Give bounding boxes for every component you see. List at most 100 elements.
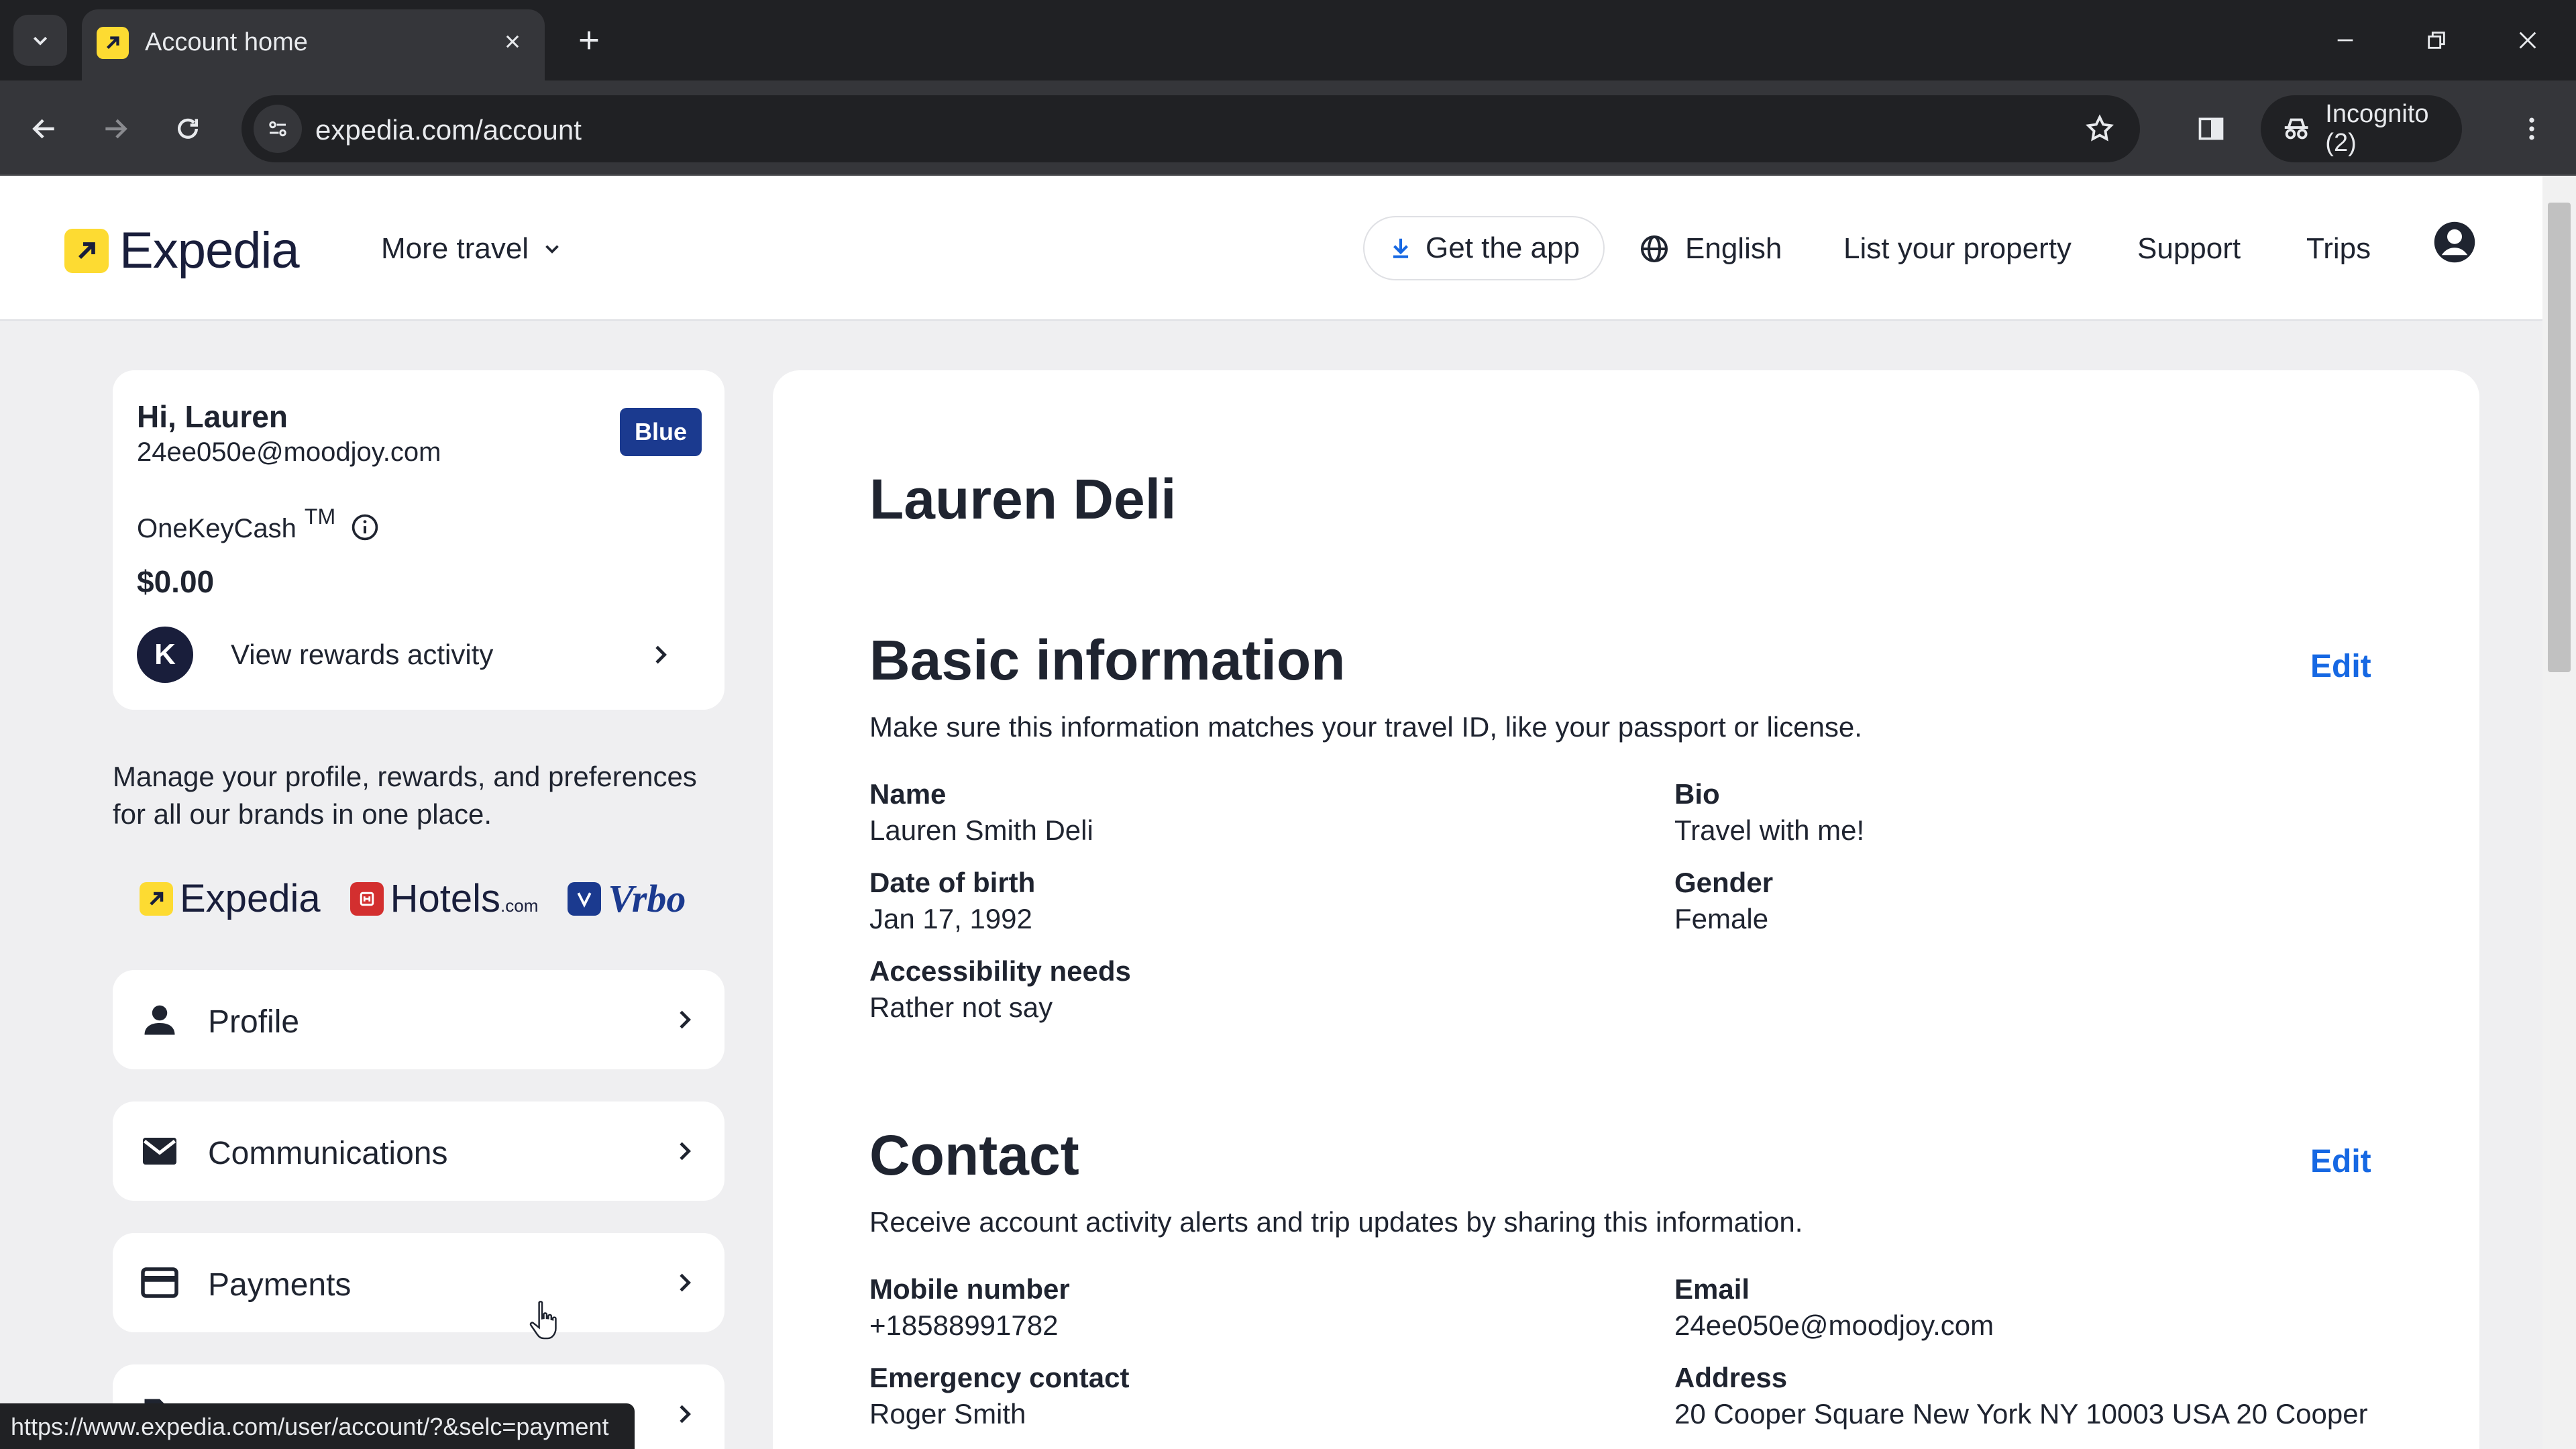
- new-tab-button[interactable]: [568, 19, 610, 62]
- reload-icon: [178, 118, 199, 139]
- accessibility-value: Rather not say: [869, 991, 1053, 1023]
- status-bar-url: https://www.expedia.com/user/account/?&s…: [0, 1403, 635, 1449]
- view-rewards-link[interactable]: K View rewards activity: [137, 623, 700, 687]
- hotels-brand-logo: Hotels.com: [350, 876, 539, 921]
- reload-button[interactable]: [161, 102, 215, 156]
- emergency-contact-value: Roger Smith: [869, 1398, 1026, 1430]
- tab-title: Account home: [145, 28, 308, 56]
- credit-card-icon: [141, 1267, 178, 1298]
- chevron-down-icon: [33, 36, 48, 46]
- side-panel-icon: [2198, 117, 2224, 140]
- site-settings-icon[interactable]: [254, 105, 302, 153]
- emergency-contact-label: Emergency contact: [869, 1362, 1130, 1393]
- expedia-logo[interactable]: Expedia: [64, 221, 300, 280]
- close-window-button[interactable]: [2494, 15, 2561, 66]
- account-email: 24ee050e@moodjoy.com: [137, 437, 441, 467]
- accessibility-label: Accessibility needs: [869, 955, 1131, 987]
- contact-edit-link[interactable]: Edit: [2310, 1143, 2371, 1180]
- nav-profile[interactable]: Profile: [113, 970, 724, 1069]
- chevron-right-icon: [680, 1405, 691, 1424]
- bio-value: Travel with me!: [1674, 814, 1865, 846]
- more-travel-label: More travel: [381, 232, 529, 265]
- restore-button[interactable]: [2403, 15, 2470, 66]
- gender-label: Gender: [1674, 867, 1774, 898]
- account-avatar-icon[interactable]: [2432, 220, 2477, 264]
- page-scrollbar[interactable]: [2542, 176, 2576, 1449]
- brand-logos: Expedia Hotels.com Vrbo: [140, 876, 686, 921]
- minimize-button[interactable]: [2312, 15, 2379, 66]
- basic-info-edit-link[interactable]: Edit: [2310, 648, 2371, 685]
- nav-payments[interactable]: Payments: [113, 1233, 724, 1332]
- manage-description: Manage your profile, rewards, and prefer…: [113, 761, 697, 830]
- onekeycash-name: OneKeyCash: [137, 514, 297, 543]
- nav-communications[interactable]: Communications: [113, 1102, 724, 1201]
- profile-full-name: Lauren Deli: [869, 468, 1177, 531]
- hotels-brand-suffix: .com: [500, 896, 539, 916]
- view-rewards-label: View rewards activity: [231, 639, 494, 670]
- arrow-left-icon: [32, 119, 54, 139]
- account-summary-card: Hi, Lauren 24ee050e@moodjoy.com Blue One…: [113, 370, 724, 710]
- globe-icon: [1641, 235, 1668, 262]
- scrollbar-thumb[interactable]: [2548, 203, 2571, 672]
- language-selector[interactable]: English: [1638, 232, 1782, 266]
- incognito-indicator[interactable]: Incognito (2): [2261, 95, 2462, 162]
- basic-info-title: Basic information: [869, 629, 1346, 692]
- get-app-label: Get the app: [1426, 231, 1580, 264]
- incognito-icon: [2284, 118, 2308, 140]
- contact-title: Contact: [869, 1124, 1079, 1187]
- more-travel-menu[interactable]: More travel: [381, 232, 564, 266]
- browser-tab-strip: Account home: [0, 0, 2576, 80]
- kebab-menu-icon: [2529, 117, 2534, 140]
- restore-icon: [2428, 32, 2445, 49]
- incognito-label: Incognito (2): [2325, 100, 2429, 157]
- browser-menu-button[interactable]: [2505, 102, 2559, 156]
- vrbo-mark-icon: [568, 881, 602, 916]
- onekeycash-label: OneKeyCash TM: [137, 504, 335, 544]
- info-icon[interactable]: [350, 513, 380, 542]
- basic-info-description: Make sure this information matches your …: [869, 711, 1862, 743]
- chevron-right-icon: [680, 1142, 691, 1161]
- chevron-right-icon: [680, 1273, 691, 1292]
- vrbo-brand-text: Vrbo: [608, 877, 686, 920]
- onekey-k-icon: K: [137, 627, 193, 683]
- gender-value: Female: [1674, 903, 1769, 934]
- chevron-right-icon: [680, 1010, 691, 1029]
- bookmark-star-icon[interactable]: [2078, 107, 2121, 150]
- nav-profile-label: Profile: [208, 1004, 300, 1040]
- name-value: Lauren Smith Deli: [869, 814, 1093, 846]
- nav-communications-label: Communications: [208, 1136, 448, 1171]
- hotels-brand-name: Hotels: [390, 877, 501, 920]
- back-button[interactable]: [17, 102, 71, 156]
- address-label: Address: [1674, 1362, 1788, 1393]
- forward-button[interactable]: [89, 102, 142, 156]
- address-url: expedia.com/account: [315, 114, 582, 146]
- onekeycash-balance: $0.00: [137, 564, 215, 599]
- email-value: 24ee050e@moodjoy.com: [1674, 1309, 1994, 1341]
- browser-tab[interactable]: Account home: [82, 9, 545, 80]
- expedia-brand-text: Expedia: [180, 877, 321, 920]
- site-header: Expedia More travel Get the app English …: [0, 176, 2542, 321]
- minimize-icon: [2337, 39, 2353, 42]
- list-property-link[interactable]: List your property: [1843, 232, 2072, 266]
- support-link[interactable]: Support: [2137, 232, 2241, 266]
- hotels-brand-text: Hotels.com: [390, 876, 539, 921]
- expedia-mark-icon: [140, 881, 173, 916]
- envelope-icon: [143, 1138, 176, 1165]
- chevron-right-icon: [655, 645, 667, 664]
- name-label: Name: [869, 778, 947, 810]
- expedia-brand-logo: Expedia: [140, 876, 321, 921]
- arrow-right-icon: [105, 119, 127, 139]
- get-app-button[interactable]: Get the app: [1363, 216, 1605, 280]
- address-bar[interactable]: expedia.com/account: [241, 95, 2140, 162]
- tab-close-icon[interactable]: [495, 24, 530, 59]
- browser-toolbar: expedia.com/account Incognito (2): [0, 80, 2576, 176]
- dob-value: Jan 17, 1992: [869, 903, 1032, 934]
- hotels-mark-icon: [350, 881, 384, 916]
- tab-search-button[interactable]: [13, 15, 67, 66]
- dob-label: Date of birth: [869, 867, 1036, 898]
- tier-badge: Blue: [620, 408, 702, 456]
- greeting: Hi, Lauren: [137, 399, 288, 434]
- download-icon: [1393, 238, 1409, 258]
- trips-link[interactable]: Trips: [2306, 232, 2371, 266]
- side-panel-button[interactable]: [2184, 102, 2238, 156]
